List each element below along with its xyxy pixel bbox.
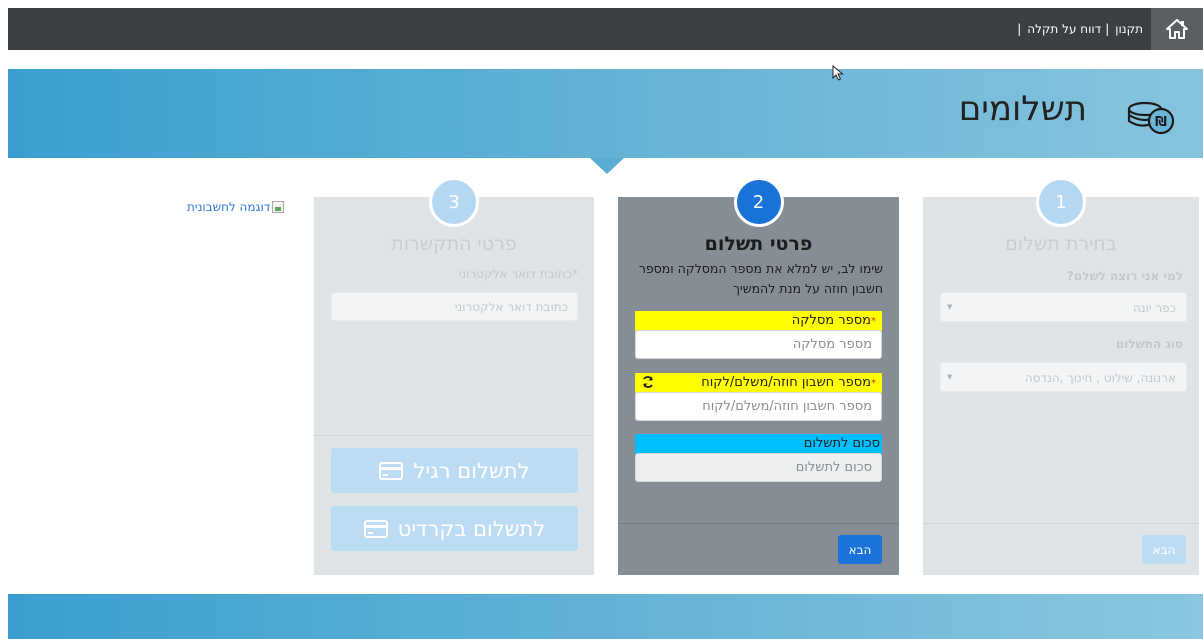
terms-link[interactable]: תקנון (1115, 22, 1143, 36)
step-1-footer: הבא (923, 523, 1199, 575)
step-1-badge: 1 (1036, 177, 1086, 227)
credit-card-icon (363, 519, 388, 538)
hero-pointer (590, 158, 624, 174)
payment-type-label: סוג התשלום (1115, 337, 1183, 351)
coins-icon: ₪ (1127, 101, 1175, 135)
invoice-example-link[interactable]: דוגמה לחשבונית (187, 200, 285, 214)
chevron-down-icon: ▼ (947, 303, 953, 311)
email-label-text: כתובת דואר אלקטרוני (458, 267, 572, 281)
mouse-cursor-icon (832, 65, 844, 81)
refresh-icon[interactable] (641, 375, 655, 389)
step-2-panel: 2 פרטי תשלום שימו לב, יש למלא את מספר המ… (618, 177, 899, 575)
top-bar: תקנון | דווח על תקלה | (8, 8, 1203, 50)
amount-label: סכום לתשלום (635, 434, 882, 454)
payee-label: למי אני רוצה לשלם? (1066, 269, 1183, 283)
account-number-label: *מספר חשבון חוזה/משלם/לקוח (635, 373, 882, 393)
separator: | (1017, 22, 1022, 36)
top-links: תקנון | דווח על תקלה | (1013, 8, 1143, 50)
step-1-title: בחירת תשלום (1005, 233, 1117, 255)
step-2-footer: הבא (618, 523, 899, 575)
regular-payment-button[interactable]: לתשלום רגיל (331, 448, 578, 493)
home-button[interactable] (1151, 8, 1203, 50)
credit-card-icon (379, 461, 404, 480)
step-1-panel: 1 בחירת תשלום למי אני רוצה לשלם? כפר יונ… (923, 177, 1199, 575)
invoice-example-text: דוגמה לחשבונית (187, 200, 271, 214)
payee-select-value: כפר יונה (1132, 301, 1176, 315)
home-icon (1166, 19, 1188, 39)
required-marker: * (871, 316, 876, 327)
payment-type-value: ארנונה, שילוט , חינוך ,הנדסה (1024, 371, 1176, 385)
regular-payment-label: לתשלום רגיל (413, 458, 530, 483)
step-1-next-button[interactable]: הבא (1142, 535, 1186, 564)
report-issue-link[interactable]: דווח על תקלה (1027, 22, 1101, 36)
separator: | (1105, 22, 1110, 36)
required-marker: * (572, 267, 578, 281)
account-number-input[interactable]: מספר חשבון חוזה/משלם/לקוח (635, 392, 882, 421)
step-2-badge: 2 (733, 177, 784, 227)
account-number-label-text: מספר חשבון חוזה/משלם/לקוח (701, 375, 871, 390)
credit-payment-button[interactable]: לתשלום בקרדיט (331, 506, 578, 551)
payee-select[interactable]: כפר יונה ▼ (940, 292, 1187, 322)
broken-image-icon (272, 201, 285, 213)
step-3-title: פרטי התקשרות (391, 233, 517, 255)
page-title: תשלומים (958, 89, 1087, 129)
amount-input[interactable]: סכום לתשלום (635, 453, 882, 482)
footer-band (8, 594, 1203, 639)
step-3-badge: 3 (429, 177, 479, 227)
step-2-hint: שימו לב, יש למלא את מספר המסלקה ומספר חש… (638, 261, 883, 296)
required-marker: * (871, 378, 876, 389)
chevron-down-icon: ▼ (947, 373, 953, 381)
step-2-next-button[interactable]: הבא (838, 535, 882, 564)
svg-text:₪: ₪ (1155, 115, 1167, 130)
hero-banner: תשלומים ₪ (8, 69, 1203, 158)
divider (314, 435, 594, 436)
payment-type-select[interactable]: ארנונה, שילוט , חינוך ,הנדסה ▼ (940, 362, 1187, 392)
clearing-number-label: *מספר מסלקה (635, 311, 882, 331)
step-3-panel: 3 פרטי התקשרות *כתובת דואר אלקטרוני כתוב… (314, 177, 594, 575)
step-2-title: פרטי תשלום (704, 233, 813, 255)
credit-payment-label: לתשלום בקרדיט (397, 516, 546, 541)
clearing-number-input[interactable]: מספר מסלקה (635, 330, 882, 359)
clearing-number-label-text: מספר מסלקה (791, 313, 871, 328)
email-label: *כתובת דואר אלקטרוני (459, 267, 578, 281)
email-input[interactable]: כתובת דואר אלקטרוני (331, 292, 578, 321)
